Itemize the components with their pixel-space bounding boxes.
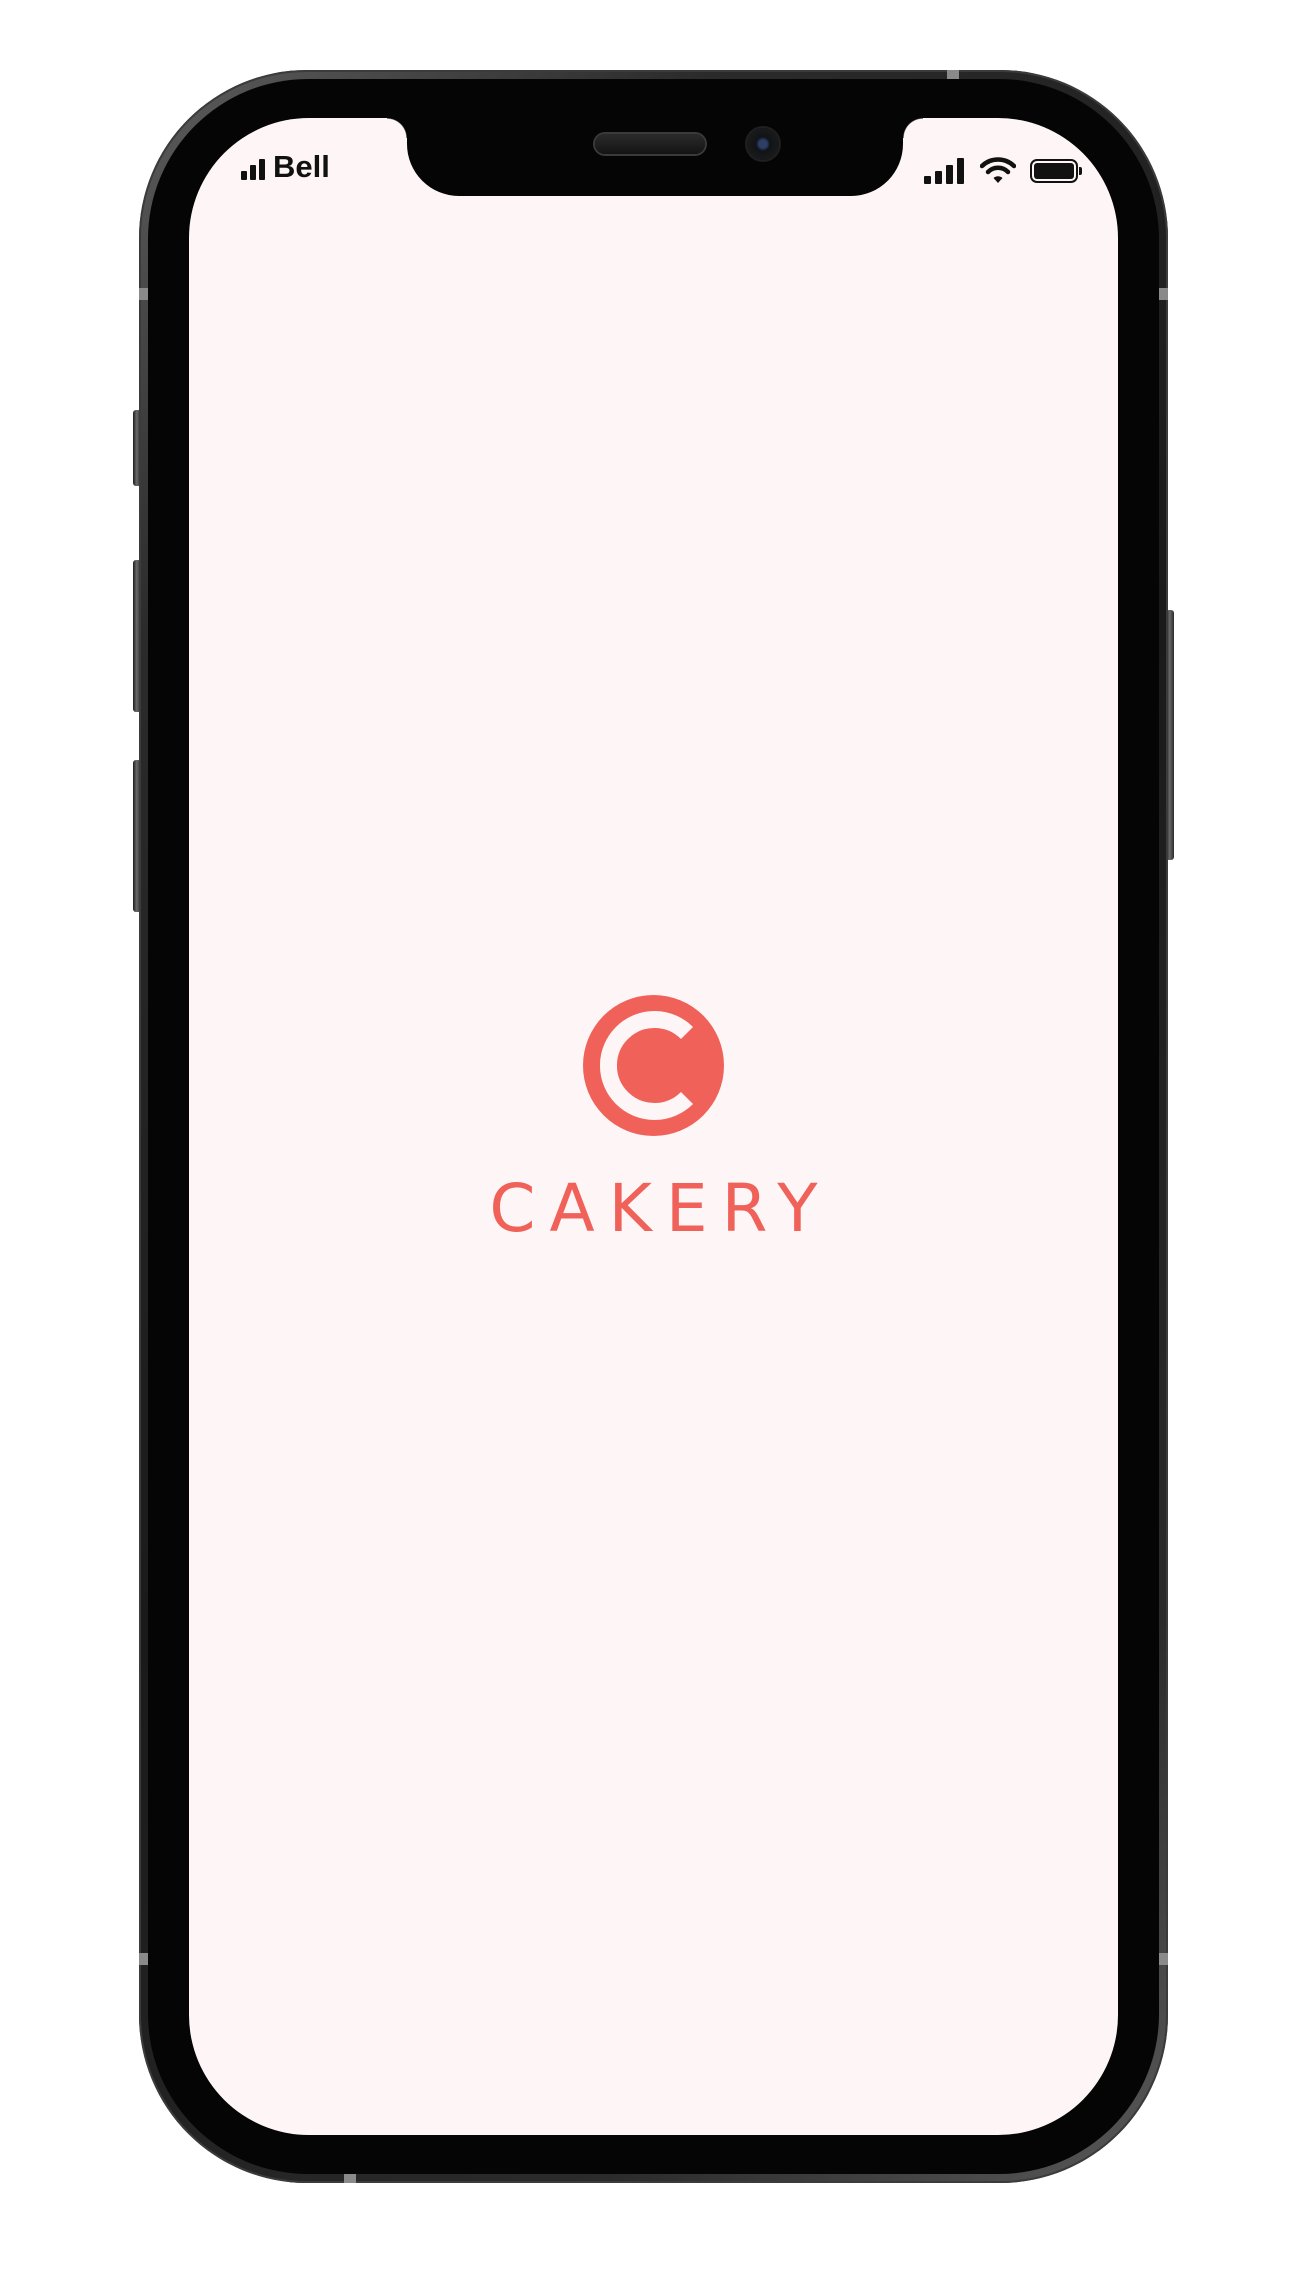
front-camera	[747, 128, 779, 160]
cakery-c-logo-icon	[583, 995, 724, 1136]
status-bar-left: Bell	[241, 150, 330, 184]
earpiece-speaker	[595, 134, 705, 154]
battery-level	[1034, 163, 1074, 179]
battery-icon	[1030, 159, 1082, 183]
carrier-name: Bell	[273, 149, 330, 184]
phone-frame: Bell CAKERY	[139, 70, 1168, 2183]
antenna-band	[139, 288, 148, 300]
status-bar-right	[924, 156, 1082, 186]
antenna-band	[139, 1953, 148, 1965]
cellular-signal-icon	[924, 158, 964, 184]
notch	[387, 118, 923, 196]
splash-screen: Bell CAKERY	[189, 118, 1118, 2135]
brand-name: CAKERY	[489, 1170, 832, 1247]
antenna-band	[344, 2174, 356, 2183]
antenna-band	[947, 70, 959, 79]
signal-bars-icon	[241, 156, 265, 180]
brand-lockup: CAKERY	[189, 995, 1118, 1242]
antenna-band	[1159, 1953, 1168, 1965]
wifi-icon	[980, 157, 1016, 183]
device-mockup: Bell CAKERY	[0, 0, 1307, 2282]
antenna-band	[1159, 288, 1168, 300]
